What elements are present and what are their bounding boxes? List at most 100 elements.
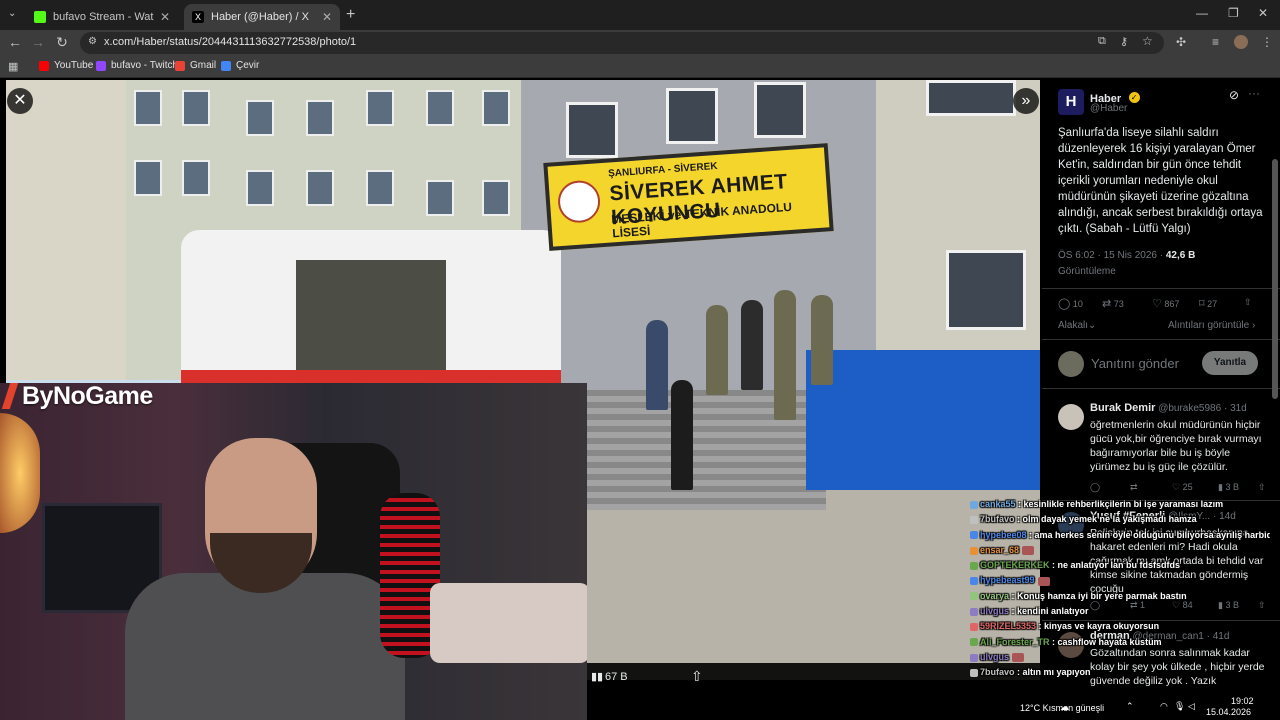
- haber-avatar[interactable]: H: [1058, 89, 1084, 115]
- minimize-icon[interactable]: —: [1196, 6, 1208, 20]
- new-tab-button[interactable]: +: [346, 6, 355, 24]
- chat-separator: :: [1026, 529, 1035, 540]
- tweet-actions: ◯ 10 ⇄ 73 ♡ 867 ⌑ 27 ⇧: [1058, 297, 1268, 313]
- bookmark-translate[interactable]: Çevir: [221, 60, 259, 71]
- views-chart-icon: ▮▮: [591, 671, 604, 683]
- reply-input[interactable]: Yanıtını gönder: [1091, 356, 1179, 371]
- tab-title: bufavo Stream - Watch Live on: [53, 11, 154, 23]
- repost-icon: ⇄: [1102, 298, 1112, 310]
- chat-message: hypebeast99: [970, 573, 1270, 588]
- chat-username[interactable]: hypebee08: [980, 530, 1027, 540]
- reply-author-handle[interactable]: @burake5986 · 31d: [1158, 403, 1247, 414]
- apps-grid-icon[interactable]: ▦: [8, 60, 18, 73]
- bookmark-twitch[interactable]: bufavo - Twitch: [96, 60, 178, 71]
- like-action[interactable]: ♡ 25: [1172, 482, 1193, 493]
- reply-item[interactable]: Burak Demir @burake5986 · 31d öğretmenle…: [1058, 402, 1272, 492]
- bookmark-gmail[interactable]: Gmail: [175, 60, 216, 71]
- reading-list-icon[interactable]: ≡: [1212, 35, 1219, 49]
- bookmark-youtube[interactable]: YouTube: [39, 60, 93, 71]
- expand-sidebar-button[interactable]: »: [1013, 88, 1039, 114]
- chat-username[interactable]: ensar_68: [980, 545, 1019, 555]
- clock-date[interactable]: 15.04.2026: [1206, 707, 1251, 717]
- bookmark-star-icon[interactable]: ☆: [1142, 34, 1153, 48]
- clock-time[interactable]: 19:02: [1231, 696, 1254, 706]
- chat-username[interactable]: ulvgus: [980, 652, 1009, 662]
- close-photo-button[interactable]: ✕: [7, 88, 33, 114]
- share-icon[interactable]: ⇧: [691, 668, 703, 685]
- reload-icon[interactable]: ↻: [53, 34, 71, 51]
- bookmark-action[interactable]: ⌑ 27: [1199, 297, 1217, 310]
- profile-avatar[interactable]: [1234, 35, 1248, 49]
- install-icon[interactable]: ⧉: [1098, 35, 1106, 48]
- close-tab-icon[interactable]: ✕: [160, 10, 170, 24]
- chat-username[interactable]: 59RIZEL5353: [980, 621, 1036, 631]
- close-window-icon[interactable]: ✕: [1258, 6, 1268, 20]
- chat-message: ensar_68: [970, 543, 1270, 558]
- photo-window: [246, 100, 274, 136]
- forward-arrow-icon[interactable]: →: [29, 34, 47, 50]
- share-icon[interactable]: ⇧: [1244, 297, 1252, 308]
- tweet-timestamp[interactable]: ÖS 6:02 · 15 Nis 2026 ·: [1058, 250, 1166, 261]
- chat-badge-icon: [970, 607, 978, 616]
- url-text[interactable]: x.com/Haber/status/2044431113632772538/p…: [104, 36, 356, 48]
- chat-message: hypebee08 : ama herkes senin öyle olduğu…: [970, 528, 1270, 543]
- key-icon[interactable]: ⚷: [1120, 35, 1128, 48]
- tab-search-button[interactable]: ⌄: [8, 8, 16, 19]
- like-action[interactable]: ♡ 867: [1152, 297, 1179, 310]
- extensions-icon[interactable]: ✣: [1176, 35, 1186, 49]
- reply-icon[interactable]: ◯: [1090, 482, 1100, 493]
- tab-haber-x[interactable]: X Haber (@Haber) / X ✕: [184, 4, 340, 30]
- tab-kick-stream[interactable]: bufavo Stream - Watch Live on ✕: [26, 4, 178, 30]
- browser-tab-bar: ⌄ bufavo Stream - Watch Live on ✕ X Habe…: [0, 0, 1280, 30]
- site-info-icon[interactable]: ⚙: [88, 36, 97, 47]
- photo-window: [182, 160, 210, 196]
- more-options-icon[interactable]: ···: [1248, 86, 1260, 100]
- grok-icon[interactable]: ⊘: [1229, 88, 1239, 102]
- back-arrow-icon[interactable]: ←: [6, 34, 24, 50]
- reply-avatar[interactable]: [1058, 404, 1084, 430]
- taskbar-weather[interactable]: 12°C Kısmen güneşli: [1020, 703, 1104, 713]
- chat-username[interactable]: ovarya: [980, 591, 1009, 601]
- address-bar[interactable]: ⚙ x.com/Haber/status/2044431113632772538…: [80, 32, 1164, 54]
- bookmark-count: 27: [1207, 299, 1218, 309]
- wifi-icon[interactable]: ◠: [1160, 701, 1168, 712]
- photo-person: [774, 290, 796, 420]
- chat-username[interactable]: GOPTEKERKEK: [980, 560, 1050, 570]
- chat-username[interactable]: Ali_Forester_TR: [980, 637, 1050, 647]
- chat-username[interactable]: 7bufavo: [980, 667, 1015, 677]
- chat-username[interactable]: hypebeast99: [980, 575, 1035, 585]
- bookmark-label: Gmail: [190, 60, 217, 71]
- view-quotes-link[interactable]: Alıntıları görüntüle ›: [1168, 320, 1255, 331]
- volume-icon[interactable]: ◁: [1188, 701, 1195, 712]
- author-handle[interactable]: @Haber: [1090, 103, 1127, 114]
- chat-username[interactable]: 7bufavo: [980, 514, 1015, 524]
- repost-action[interactable]: ⇄ 73: [1102, 297, 1124, 310]
- divider: [1042, 388, 1280, 389]
- photo-window: [666, 88, 718, 144]
- chevron-down-icon[interactable]: ⌄: [1088, 320, 1096, 331]
- chat-username[interactable]: canka55: [980, 499, 1016, 509]
- view-quotes-label: Alıntıları görüntüle: [1168, 320, 1250, 331]
- share-icon[interactable]: ⇧: [1258, 482, 1266, 493]
- youtube-icon: [39, 60, 49, 71]
- twitch-icon: [96, 60, 106, 71]
- mic-icon[interactable]: 🎙: [1174, 701, 1185, 712]
- menu-kebab-icon[interactable]: ⋮: [1261, 35, 1273, 49]
- reply-author-name[interactable]: Burak Demir: [1090, 402, 1155, 414]
- views-action[interactable]: ▮ 3 B: [1218, 482, 1239, 493]
- reply-action[interactable]: ◯ 10: [1058, 297, 1083, 310]
- photo-views-count[interactable]: 67 B: [605, 671, 628, 683]
- chevron-up-icon[interactable]: ⌃: [1126, 701, 1134, 712]
- close-tab-icon[interactable]: ✕: [322, 10, 332, 24]
- sponsor-logo-text: ByNoGame: [22, 381, 153, 410]
- chat-separator: :: [1036, 621, 1045, 632]
- photo-person: [671, 380, 693, 490]
- related-dropdown[interactable]: Alakalı: [1058, 320, 1088, 331]
- repost-icon[interactable]: ⇄: [1130, 482, 1138, 493]
- bookmarks-bar: ▦ YouTube bufavo - Twitch Gmail Çevir: [0, 56, 1280, 78]
- maximize-icon[interactable]: ❐: [1228, 6, 1239, 20]
- photo-person: [646, 320, 668, 410]
- page-scrollbar[interactable]: [1272, 159, 1278, 399]
- chat-username[interactable]: ulvgus: [980, 606, 1009, 616]
- reply-button[interactable]: Yanıtla: [1202, 351, 1258, 375]
